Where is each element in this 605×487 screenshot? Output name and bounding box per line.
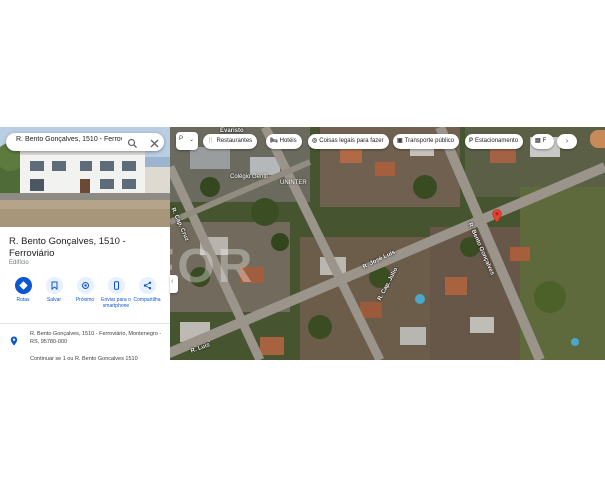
- nearby-button[interactable]: Próximo: [70, 277, 100, 303]
- directions-icon: [18, 281, 28, 290]
- maps-app: R. Bento Gonçalves, 1510 - Ferroviár R. …: [0, 127, 605, 360]
- chip-hotels[interactable]: 🛏 Hotéis: [266, 134, 302, 149]
- action-bar: Rotas Salvar Próximo Enviar para o smart…: [6, 277, 166, 317]
- bus-icon: ▣: [397, 138, 403, 144]
- location-pin-icon: [10, 333, 18, 351]
- smartphone-icon: [113, 281, 119, 290]
- action-label: Salvar: [46, 297, 62, 303]
- poi-label[interactable]: UNINTER: [280, 180, 307, 186]
- chip-label: Transporte público: [404, 138, 455, 144]
- chevron-right-icon: ›: [565, 138, 569, 145]
- chip-transit[interactable]: ▣ Transporte público: [393, 134, 460, 149]
- share-icon: [143, 281, 151, 290]
- layers-button[interactable]: P ⌄: [176, 132, 198, 150]
- pharmacy-icon: ▤: [535, 138, 541, 144]
- chip-label: Coisas legais para fazer: [319, 138, 384, 144]
- chevron-down-icon: ⌄: [189, 137, 195, 143]
- search-icon[interactable]: [127, 136, 138, 148]
- directions-button[interactable]: Rotas: [8, 277, 38, 303]
- chip-things-to-do[interactable]: ◎ Coisas legais para fazer: [308, 134, 389, 149]
- divider: [0, 323, 170, 324]
- search-input[interactable]: R. Bento Gonçalves, 1510 - Ferroviár: [16, 136, 122, 143]
- collapse-panel-button[interactable]: ‹: [170, 275, 178, 293]
- camera-icon: ◎: [312, 138, 318, 144]
- chips-next-button[interactable]: ›: [557, 134, 577, 149]
- chip-label: Restaurantes: [216, 138, 253, 144]
- satellite-imagery: [170, 127, 605, 360]
- satellite-map[interactable]: P ⌄ 🍴 Restaurantes 🛏 Hotéis ◎ Coisas legais…: [170, 127, 605, 360]
- place-category[interactable]: Edifício: [9, 260, 29, 266]
- action-label: Próximo: [75, 297, 95, 303]
- search-box[interactable]: R. Bento Gonçalves, 1510 - Ferroviár: [6, 133, 164, 151]
- location-pin-icon[interactable]: [492, 209, 502, 223]
- place-panel: R. Bento Gonçalves, 1510 - Ferroviár R. …: [0, 127, 170, 360]
- action-label: Enviar para o smartphone: [101, 297, 131, 309]
- action-label: Compartilha: [133, 297, 161, 303]
- parking-icon: P: [469, 138, 474, 144]
- chip-parking[interactable]: P Estacionamento: [465, 134, 524, 149]
- place-title: R. Bento Gonçalves, 1510 - Ferroviário: [9, 236, 126, 259]
- share-button[interactable]: Compartilha: [132, 277, 162, 303]
- chevron-left-icon: ‹: [171, 278, 174, 285]
- layers-label: P: [179, 136, 184, 142]
- address-text: R. Bento Gonçalves, 1510 - Ferroviário, …: [30, 331, 162, 345]
- chip-pharmacy[interactable]: ▤ F: [531, 134, 554, 149]
- chip-label: Estacionamento: [475, 138, 519, 144]
- chip-restaurants[interactable]: 🍴 Restaurantes: [203, 134, 258, 149]
- bookmark-icon: [51, 281, 57, 290]
- address-next-line: Continuar se 1 ou R. Bento Gonçalves 151…: [30, 356, 138, 360]
- send-to-phone-button[interactable]: Enviar para o smartphone: [101, 277, 131, 309]
- restaurant-icon: 🍴: [207, 138, 215, 144]
- avatar[interactable]: [590, 130, 605, 148]
- chip-label: Hotéis: [279, 138, 297, 144]
- chip-label: F: [542, 138, 547, 144]
- close-icon[interactable]: [149, 136, 160, 148]
- hotel-icon: 🛏: [270, 138, 278, 144]
- save-button[interactable]: Salvar: [39, 277, 69, 303]
- nearby-icon: [81, 282, 89, 289]
- poi-label[interactable]: Colégio Gentil: [230, 174, 268, 180]
- action-label: Rotas: [16, 297, 30, 303]
